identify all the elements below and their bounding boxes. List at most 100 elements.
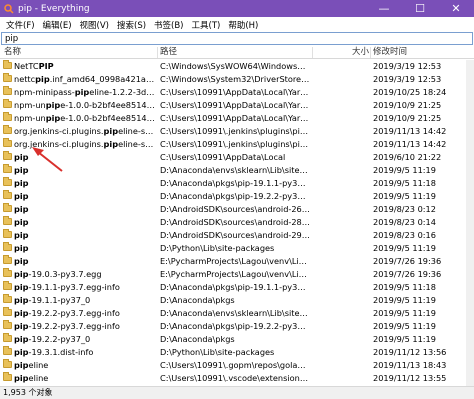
file-path: D:\Anaconda\pkgs\pip-19.2.2-py37_0\Lib..…	[160, 321, 310, 331]
table-row[interactable]: pip D:\AndroidSDK\sources\android-29\com.…	[0, 229, 474, 241]
table-row[interactable]: NetTCPIP C:\Windows\SysWOW64\WindowsPower…	[0, 60, 474, 72]
file-modified: 2019/9/5 11:19	[373, 308, 436, 318]
name-match: PIP	[38, 61, 54, 71]
column-divider[interactable]	[370, 47, 371, 58]
file-path: D:\Anaconda\envs\sklearn\Lib\site-packa.…	[160, 165, 310, 175]
name-text: -19.2.2-py3.7.egg-info	[28, 308, 120, 318]
file-path: C:\Users\10991\.jenkins\plugins\pipeline…	[160, 126, 310, 136]
table-row[interactable]: org.jenkins-ci.plugins.pipeline-stage-v.…	[0, 138, 474, 150]
table-row[interactable]: pip D:\Anaconda\envs\sklearn\Lib\site-pac…	[0, 164, 474, 176]
name-text: eline-1.2.2-3dcb6b...	[89, 87, 156, 97]
table-row[interactable]: pip-19.1.1-py3.7.egg-info D:\Anaconda\pkg…	[0, 281, 474, 293]
menu-help[interactable]: 帮助(H)	[224, 19, 262, 31]
file-name: org.jenkins-ci.plugins.pipeline-stage-v.…	[14, 138, 156, 150]
table-row[interactable]: pip D:\Anaconda\pkgs\pip-19.1.1-py37_0\Li…	[0, 177, 474, 189]
column-divider[interactable]	[312, 47, 313, 58]
file-path: E:\PycharmProjects\Lagou\venv\Lib\site-.…	[160, 256, 310, 266]
file-path: C:\Windows\System32\DriverStore\FileR...	[160, 74, 310, 84]
file-modified: 2019/9/5 11:19	[373, 165, 436, 175]
minimize-button[interactable]: —	[366, 0, 402, 17]
file-modified: 2019/9/5 11:19	[373, 243, 436, 253]
menu-file[interactable]: 文件(F)	[2, 19, 39, 31]
folder-icon	[3, 73, 12, 82]
folder-icon	[3, 216, 12, 225]
name-match: pip	[14, 191, 29, 201]
file-name: pip	[14, 242, 156, 254]
name-text: org.jenkins-ci.plugins.	[14, 126, 104, 136]
table-row[interactable]: pip D:\Python\Lib\site-packages 2019/9/5 1…	[0, 242, 474, 254]
table-row[interactable]: pip C:\Users\10991\AppData\Local 2019/6/10…	[0, 151, 474, 163]
file-name: npm-unpipe-1.0.0-b2bf4ee8514aae61...	[14, 112, 156, 124]
name-match: pip	[14, 178, 29, 188]
column-path[interactable]: 路径	[160, 47, 177, 58]
name-text: -19.2.2-py3.7.egg-info	[28, 321, 120, 331]
file-modified: 2019/11/12 13:56	[373, 347, 447, 357]
name-match: pip	[14, 230, 29, 240]
name-text: eline	[28, 360, 49, 370]
column-modified[interactable]: 修改时间	[373, 47, 407, 58]
table-row[interactable]: pip D:\AndroidSDK\sources\android-26\com.…	[0, 203, 474, 215]
file-path: D:\Python\Lib\site-packages	[160, 347, 275, 357]
table-row[interactable]: pip-19.2.2-py3.7.egg-info D:\Anaconda\env…	[0, 307, 474, 319]
table-row[interactable]: nettcpip.inf_amd64_0998a421ad009907 C:\Wi…	[0, 73, 474, 85]
menu-tools[interactable]: 工具(T)	[188, 19, 225, 31]
file-name: pip	[14, 164, 156, 176]
folder-icon	[3, 320, 12, 329]
close-button[interactable]: ✕	[438, 0, 474, 17]
name-text: -19.1.1-py37_0	[28, 295, 91, 305]
folder-icon	[3, 125, 12, 134]
table-row[interactable]: npm-unpipe-1.0.0-b2bf4ee8514aae61... C:\U…	[0, 112, 474, 124]
file-modified: 2019/10/9 21:25	[373, 100, 442, 110]
folder-icon	[3, 203, 12, 212]
file-path: C:\Windows\SysWOW64\WindowsPower...	[160, 61, 310, 71]
table-row[interactable]: pip-19.1.1-py37_0 D:\Anaconda\pkgs 2019/9/…	[0, 294, 474, 306]
table-row[interactable]: pipeline C:\Users\10991\.gopm\repos\golan…	[0, 359, 474, 371]
file-modified: 2019/9/5 11:18	[373, 178, 436, 188]
table-row[interactable]: pip E:\PycharmProjects\Lagou\venv\Lib\sit…	[0, 255, 474, 267]
column-divider[interactable]	[157, 47, 158, 58]
table-row[interactable]: pip-19.2.2-py3.7.egg-info D:\Anaconda\pkg…	[0, 320, 474, 332]
file-modified: 2019/11/13 14:42	[373, 126, 447, 136]
name-text: -19.2.2-py37_0	[28, 334, 91, 344]
folder-icon	[3, 164, 12, 173]
maximize-button[interactable]: ☐	[402, 0, 438, 17]
search-bar	[0, 32, 474, 46]
menu-search[interactable]: 搜索(S)	[113, 19, 150, 31]
table-row[interactable]: pip-19.2.2-py37_0 D:\Anaconda\pkgs 2019/9/…	[0, 333, 474, 345]
table-row[interactable]: pip-19.0.3-py3.7.egg E:\PycharmProjects\L…	[0, 268, 474, 280]
vertical-scrollbar[interactable]	[466, 60, 474, 386]
table-row[interactable]: pip-19.3.1.dist-info D:\Python\Lib\site-p…	[0, 346, 474, 358]
file-path: D:\AndroidSDK\sources\android-26\com...	[160, 204, 310, 214]
name-match: pip	[45, 100, 61, 110]
table-row[interactable]: npm-minipass-pipeline-1.2.2-3dcb6b... C:\…	[0, 86, 474, 98]
file-path: D:\Anaconda\pkgs	[160, 334, 235, 344]
file-path: C:\Users\10991\AppData\Local	[160, 152, 286, 162]
file-name: pipeline	[14, 359, 156, 371]
table-row[interactable]: pipeline C:\Users\10991\.vscode\extension…	[0, 372, 474, 384]
file-modified: 2019/9/5 11:19	[373, 191, 436, 201]
name-match: pip	[14, 165, 29, 175]
file-path: D:\AndroidSDK\sources\android-29\com...	[160, 230, 310, 240]
title-bar: pip - Everything — ☐ ✕	[0, 0, 474, 17]
name-text: NetTC	[14, 61, 39, 71]
menu-bookmarks[interactable]: 书签(B)	[150, 19, 187, 31]
column-name[interactable]: 名称	[4, 47, 21, 58]
folder-icon	[3, 190, 12, 199]
table-row[interactable]: pip D:\Anaconda\pkgs\pip-19.2.2-py37_0\Li…	[0, 190, 474, 202]
file-name: pip	[14, 216, 156, 228]
menu-view[interactable]: 视图(V)	[76, 19, 113, 31]
menu-edit[interactable]: 编辑(E)	[39, 19, 76, 31]
table-row[interactable]: pip D:\AndroidSDK\sources\android-28\com.…	[0, 216, 474, 228]
table-row[interactable]: org.jenkins-ci.plugins.pipeline-stage-v.…	[0, 125, 474, 137]
folder-icon	[3, 99, 12, 108]
file-modified: 2019/9/5 11:19	[373, 321, 436, 331]
table-row[interactable]: npm-unpipe-1.0.0-b2bf4ee8514aae61... C:\U…	[0, 99, 474, 111]
name-text: npm-minipass-	[14, 87, 75, 97]
name-text: org.jenkins-ci.plugins.	[14, 139, 104, 149]
column-size[interactable]: 大小	[352, 47, 369, 58]
folder-icon	[3, 372, 12, 381]
name-text: eline-stage-v...	[118, 139, 156, 149]
search-input[interactable]	[1, 32, 473, 45]
file-modified: 2019/9/5 11:19	[373, 334, 436, 344]
file-name: pipeline	[14, 372, 156, 384]
